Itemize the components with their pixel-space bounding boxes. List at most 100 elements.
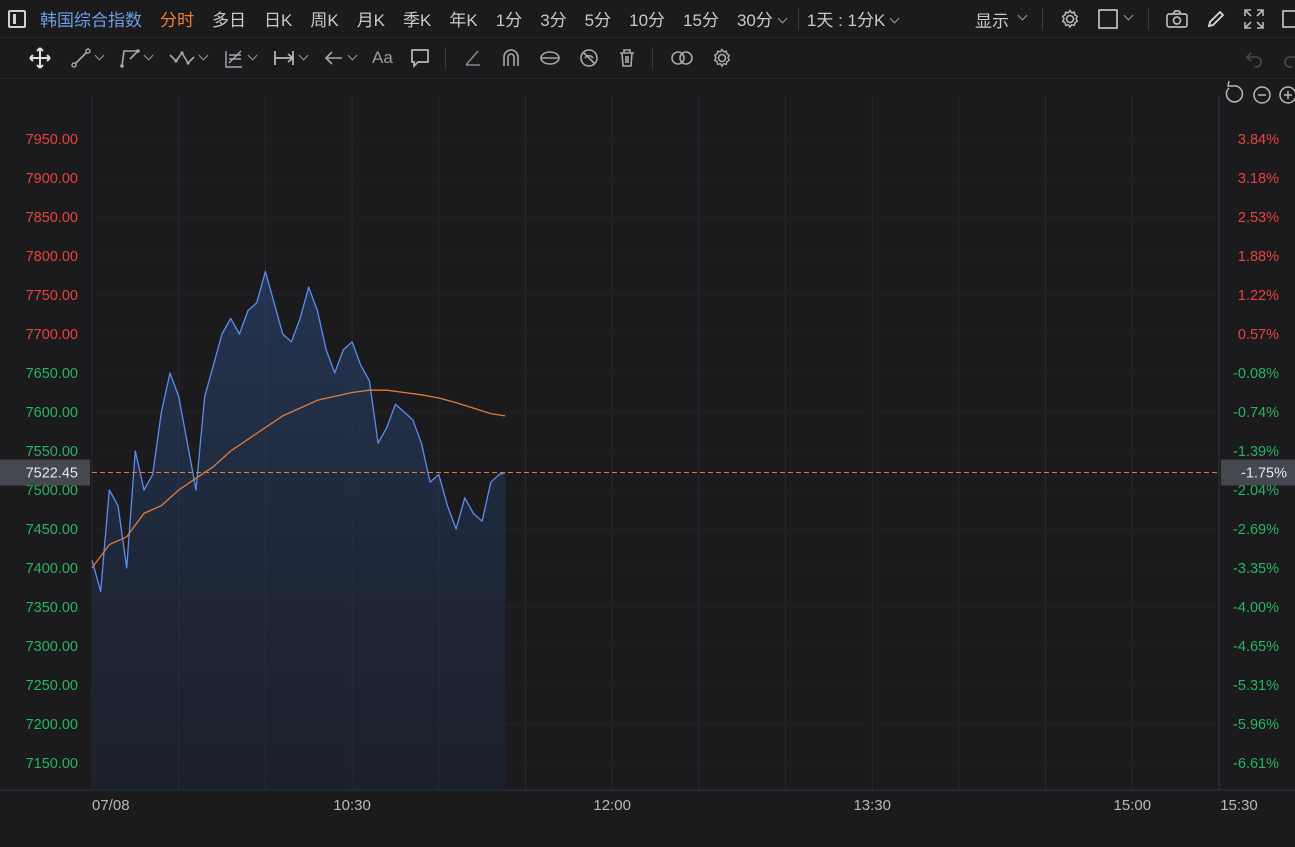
intraday-chart[interactable]: 7950.00 7900.00 7850.00 7800.00 7750.00 7700.… xyxy=(0,78,1295,842)
layout-selector[interactable] xyxy=(1097,8,1134,30)
chevron-down-icon xyxy=(777,13,788,24)
arrow-left-icon xyxy=(324,51,342,65)
percent-tick-label: 1.88% xyxy=(1238,249,1279,265)
settings-gear-icon[interactable] xyxy=(1059,8,1081,30)
percent-tick-label: -0.08% xyxy=(1233,366,1279,382)
price-tick-label: 7600.00 xyxy=(26,405,78,421)
display-label: 显示 xyxy=(975,11,1009,31)
indicator-settings-icon[interactable] xyxy=(711,47,733,69)
percent-tick-label: -0.74% xyxy=(1233,405,1279,421)
measure-tool[interactable] xyxy=(272,47,309,69)
price-tick-label: 7850.00 xyxy=(26,210,78,226)
price-tick-label: 7950.00 xyxy=(26,132,78,148)
time-tick-label: 15:30 xyxy=(1220,797,1258,814)
comment-icon[interactable] xyxy=(409,47,431,69)
trash-icon[interactable] xyxy=(616,47,638,69)
price-tick-label: 7250.00 xyxy=(26,678,78,694)
fib-tool[interactable] xyxy=(223,47,258,69)
period-tab-week[interactable]: 周K xyxy=(310,6,338,31)
percent-axis: 3.84% 3.18% 2.53% 1.88% 1.22% 0.57% -0.08% -0.7… xyxy=(1233,132,1279,772)
price-tick-label: 7550.00 xyxy=(26,444,78,460)
percent-tick-label: 3.84% xyxy=(1238,132,1279,148)
percent-tick-label: -5.31% xyxy=(1233,678,1279,694)
chevron-down-icon xyxy=(1017,10,1028,20)
percent-tick-label: 2.53% xyxy=(1238,210,1279,226)
chevron-down-icon xyxy=(298,50,309,60)
time-tick-label: 15:00 xyxy=(1114,797,1152,814)
price-tick-label: 7650.00 xyxy=(26,366,78,382)
chart-area[interactable]: 7950.00 7900.00 7850.00 7800.00 7750.00 7700.… xyxy=(0,78,1295,842)
period-tab-intraday[interactable]: 分时 xyxy=(160,6,194,31)
hide-drawings-icon[interactable] xyxy=(578,47,600,69)
redo-icon[interactable] xyxy=(1281,47,1295,69)
pencil-icon[interactable] xyxy=(1205,8,1227,30)
move-cross-icon[interactable] xyxy=(28,46,52,70)
chevron-down-icon xyxy=(347,50,358,60)
polyline-tool[interactable] xyxy=(119,47,154,69)
chevron-down-icon xyxy=(889,13,900,24)
period-tab-15min[interactable]: 15分 xyxy=(683,6,719,31)
chevron-down-icon xyxy=(1123,10,1134,20)
chevron-down-icon xyxy=(94,50,105,60)
period-tab-quarter[interactable]: 季K xyxy=(403,6,431,31)
period-30min-label: 30分 xyxy=(736,11,773,30)
percent-tick-label: 3.18% xyxy=(1238,171,1279,187)
percent-tick-label: 1.22% xyxy=(1238,288,1279,304)
lock-drawing-icon[interactable] xyxy=(538,47,562,69)
time-tick-label: 07/08 xyxy=(92,797,130,814)
square-icon xyxy=(1098,9,1118,29)
price-tick-label: 7200.00 xyxy=(26,717,78,733)
divider xyxy=(651,47,653,69)
text-tool[interactable]: Aa xyxy=(372,48,393,68)
sidebar-toggle-icon[interactable] xyxy=(8,9,26,28)
price-area-fill xyxy=(92,271,506,791)
price-tick-label: 7300.00 xyxy=(26,639,78,655)
fullscreen-icon[interactable] xyxy=(1243,8,1265,30)
time-tick-label: 12:00 xyxy=(593,797,631,814)
display-dropdown[interactable]: 显示 xyxy=(975,7,1028,32)
percent-tick-label: -1.39% xyxy=(1233,444,1279,460)
compare-icon[interactable] xyxy=(669,47,695,69)
chevron-down-icon xyxy=(198,50,209,60)
period-bar: 韩国综合指数 分时 多日 日K 周K 月K 季K 年K 1分 3分 5分 10分… xyxy=(0,0,1295,38)
price-tick-label: 7350.00 xyxy=(26,600,78,616)
wave-tool[interactable] xyxy=(168,47,209,69)
percent-tick-label: -5.96% xyxy=(1233,717,1279,733)
period-tab-multiday[interactable]: 多日 xyxy=(212,6,246,31)
trend-line-icon xyxy=(71,48,91,68)
period-tab-5min[interactable]: 5分 xyxy=(585,6,611,31)
period-tab-month[interactable]: 月K xyxy=(357,6,385,31)
series-layer xyxy=(91,270,506,791)
range-label: 1天 : 1分K xyxy=(806,11,886,30)
period-tab-10min[interactable]: 10分 xyxy=(629,6,665,31)
period-tab-3min[interactable]: 3分 xyxy=(540,6,566,31)
arrow-tool[interactable] xyxy=(323,47,358,69)
magnet-icon[interactable] xyxy=(500,47,522,69)
price-tick-label: 7700.00 xyxy=(26,327,78,343)
period-tab-30min[interactable]: 30分 xyxy=(736,6,788,31)
line-tool[interactable] xyxy=(70,47,105,69)
period-tab-day[interactable]: 日K xyxy=(264,6,292,31)
price-tick-label: 7450.00 xyxy=(26,522,78,538)
index-name[interactable]: 韩国综合指数 xyxy=(40,6,142,31)
price-tick-label: 7900.00 xyxy=(26,171,78,187)
drawing-toolbar: Aa xyxy=(0,38,1295,79)
price-tick-label: 7800.00 xyxy=(26,249,78,265)
window-icon[interactable] xyxy=(1281,8,1295,30)
ruler-icon[interactable] xyxy=(462,47,484,69)
percent-tick-label: -4.00% xyxy=(1233,600,1279,616)
current-percent-tag: -1.75% xyxy=(1241,465,1287,481)
wave-pattern-icon xyxy=(169,51,195,65)
period-tab-year[interactable]: 年K xyxy=(449,6,477,31)
period-tab-1min[interactable]: 1分 xyxy=(496,6,522,31)
undo-icon[interactable] xyxy=(1243,47,1265,69)
chevron-down-icon xyxy=(143,50,154,60)
divider xyxy=(1042,8,1043,30)
time-tick-label: 13:30 xyxy=(853,797,891,814)
percent-tick-label: 0.57% xyxy=(1238,327,1279,343)
reset-zoom-icon[interactable] xyxy=(1225,80,1244,103)
range-selector[interactable]: 1天 : 1分K xyxy=(806,6,900,31)
chevron-down-icon xyxy=(247,50,258,60)
divider xyxy=(444,47,446,69)
camera-icon[interactable] xyxy=(1165,8,1189,30)
